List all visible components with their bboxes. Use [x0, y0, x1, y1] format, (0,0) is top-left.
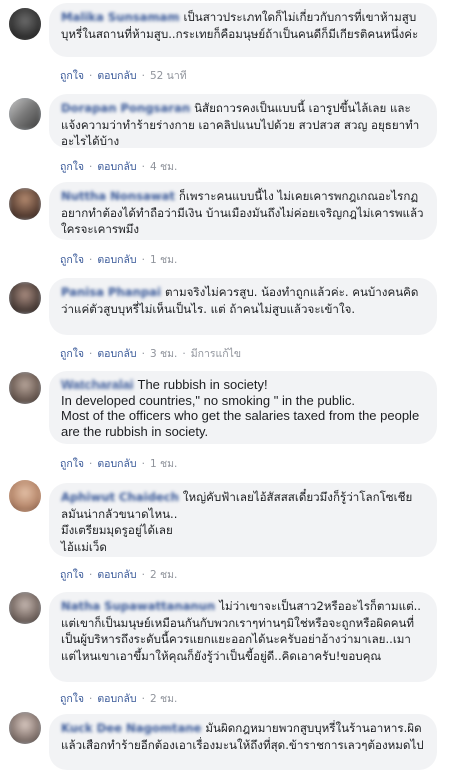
reply-link[interactable]: ตอบกลับ — [97, 254, 136, 266]
like-link[interactable]: ถูกใจ — [60, 569, 84, 581]
separator-dot: · — [182, 348, 186, 360]
separator-dot: · — [89, 254, 93, 266]
comment-actions: ถูกใจ · ตอบกลับ · 3 ชม. · มีการแก้ไข — [60, 345, 241, 362]
like-link[interactable]: ถูกใจ — [60, 161, 84, 173]
like-link[interactable]: ถูกใจ — [60, 348, 84, 360]
reply-link[interactable]: ตอบกลับ — [97, 161, 136, 173]
comment-actions: ถูกใจ · ตอบกลับ · 2 ชม. — [60, 566, 177, 583]
reply-link[interactable]: ตอบกลับ — [97, 569, 136, 581]
comment-actions: ถูกใจ · ตอบกลับ · 52 นาที — [60, 67, 187, 84]
separator-dot: · — [89, 693, 93, 705]
comment-timestamp[interactable]: 1 ชม. — [150, 254, 177, 266]
avatar[interactable] — [9, 188, 41, 220]
avatar[interactable] — [9, 372, 41, 404]
like-link[interactable]: ถูกใจ — [60, 458, 84, 470]
reply-link[interactable]: ตอบกลับ — [97, 458, 136, 470]
separator-dot: · — [89, 70, 93, 82]
comment-bubble: Watcharalai The rubbish in society! In de… — [49, 371, 437, 444]
separator-dot: · — [141, 254, 145, 266]
separator-dot: · — [141, 161, 145, 173]
comment-actions: ถูกใจ · ตอบกลับ · 4 ชม. — [60, 158, 177, 175]
comment-bubble: Kuck Dee Nagomtane มันผิดกฎหมายพวกสูบบุหร… — [49, 714, 437, 770]
separator-dot: · — [141, 348, 145, 360]
comment-author[interactable]: Watcharalai — [61, 377, 134, 392]
comment-bubble: Dorapan Pongsaran นิสัยถาวรคงเป็นแบบนี้ เ… — [49, 94, 437, 148]
reply-link[interactable]: ตอบกลับ — [97, 693, 136, 705]
reply-link[interactable]: ตอบกลับ — [97, 348, 136, 360]
separator-dot: · — [141, 70, 145, 82]
comment-bubble: Panisa Phanpai ตามจริงไม่ควรสูบ. น้องทำถู… — [49, 278, 437, 335]
separator-dot: · — [141, 569, 145, 581]
comment-author[interactable]: Dorapan Pongsaran — [61, 101, 190, 115]
separator-dot: · — [141, 693, 145, 705]
comment-timestamp[interactable]: 3 ชม. — [150, 348, 177, 360]
comment-actions: ถูกใจ · ตอบกลับ · 1 ชม. — [60, 455, 177, 472]
comment-timestamp[interactable]: 52 นาที — [150, 70, 187, 82]
comment-author[interactable]: Panisa Phanpai — [61, 285, 161, 299]
separator-dot: · — [141, 458, 145, 470]
like-link[interactable]: ถูกใจ — [60, 693, 84, 705]
comment-timestamp[interactable]: 1 ชม. — [150, 458, 177, 470]
comment-author[interactable]: Nuttha Nonsawat — [61, 189, 175, 203]
comment-timestamp[interactable]: 2 ชม. — [150, 693, 177, 705]
avatar[interactable] — [9, 8, 41, 40]
reply-link[interactable]: ตอบกลับ — [97, 70, 136, 82]
comment-timestamp[interactable]: 4 ชม. — [150, 161, 177, 173]
separator-dot: · — [89, 161, 93, 173]
avatar[interactable] — [9, 98, 41, 130]
comment-author[interactable]: Malika Sunsamam — [61, 10, 179, 24]
comment-bubble: Natha Supawattananun ไม่ว่าเขาจะเป็นสาว2ห… — [49, 592, 437, 682]
separator-dot: · — [89, 348, 93, 360]
avatar[interactable] — [9, 592, 41, 624]
comment-author[interactable]: Aphiwut Chaidech — [61, 490, 179, 504]
comment-bubble: Malika Sunsamam เป็นสาวประเภทใดก็ไม่เกี่ย… — [49, 3, 437, 57]
like-link[interactable]: ถูกใจ — [60, 254, 84, 266]
comment-author[interactable]: Kuck Dee Nagomtane — [61, 721, 201, 735]
comment-bubble: Aphiwut Chaidech ใหญ่คับฟ้าเลยไอ้สัสสสเดี… — [49, 483, 437, 557]
comment-timestamp[interactable]: 2 ชม. — [150, 569, 177, 581]
avatar[interactable] — [9, 712, 41, 744]
comment-bubble: Nuttha Nonsawat ก็เพราะคนแบบนี้ไง ไม่เคยเ… — [49, 182, 437, 240]
like-link[interactable]: ถูกใจ — [60, 70, 84, 82]
avatar[interactable] — [9, 480, 41, 512]
comment-actions: ถูกใจ · ตอบกลับ · 1 ชม. — [60, 251, 177, 268]
separator-dot: · — [89, 458, 93, 470]
comment-actions: ถูกใจ · ตอบกลับ · 2 ชม. — [60, 690, 177, 707]
separator-dot: · — [89, 569, 93, 581]
avatar[interactable] — [9, 282, 41, 314]
comment-author[interactable]: Natha Supawattananun — [61, 599, 215, 613]
edited-label[interactable]: มีการแก้ไข — [191, 348, 241, 360]
